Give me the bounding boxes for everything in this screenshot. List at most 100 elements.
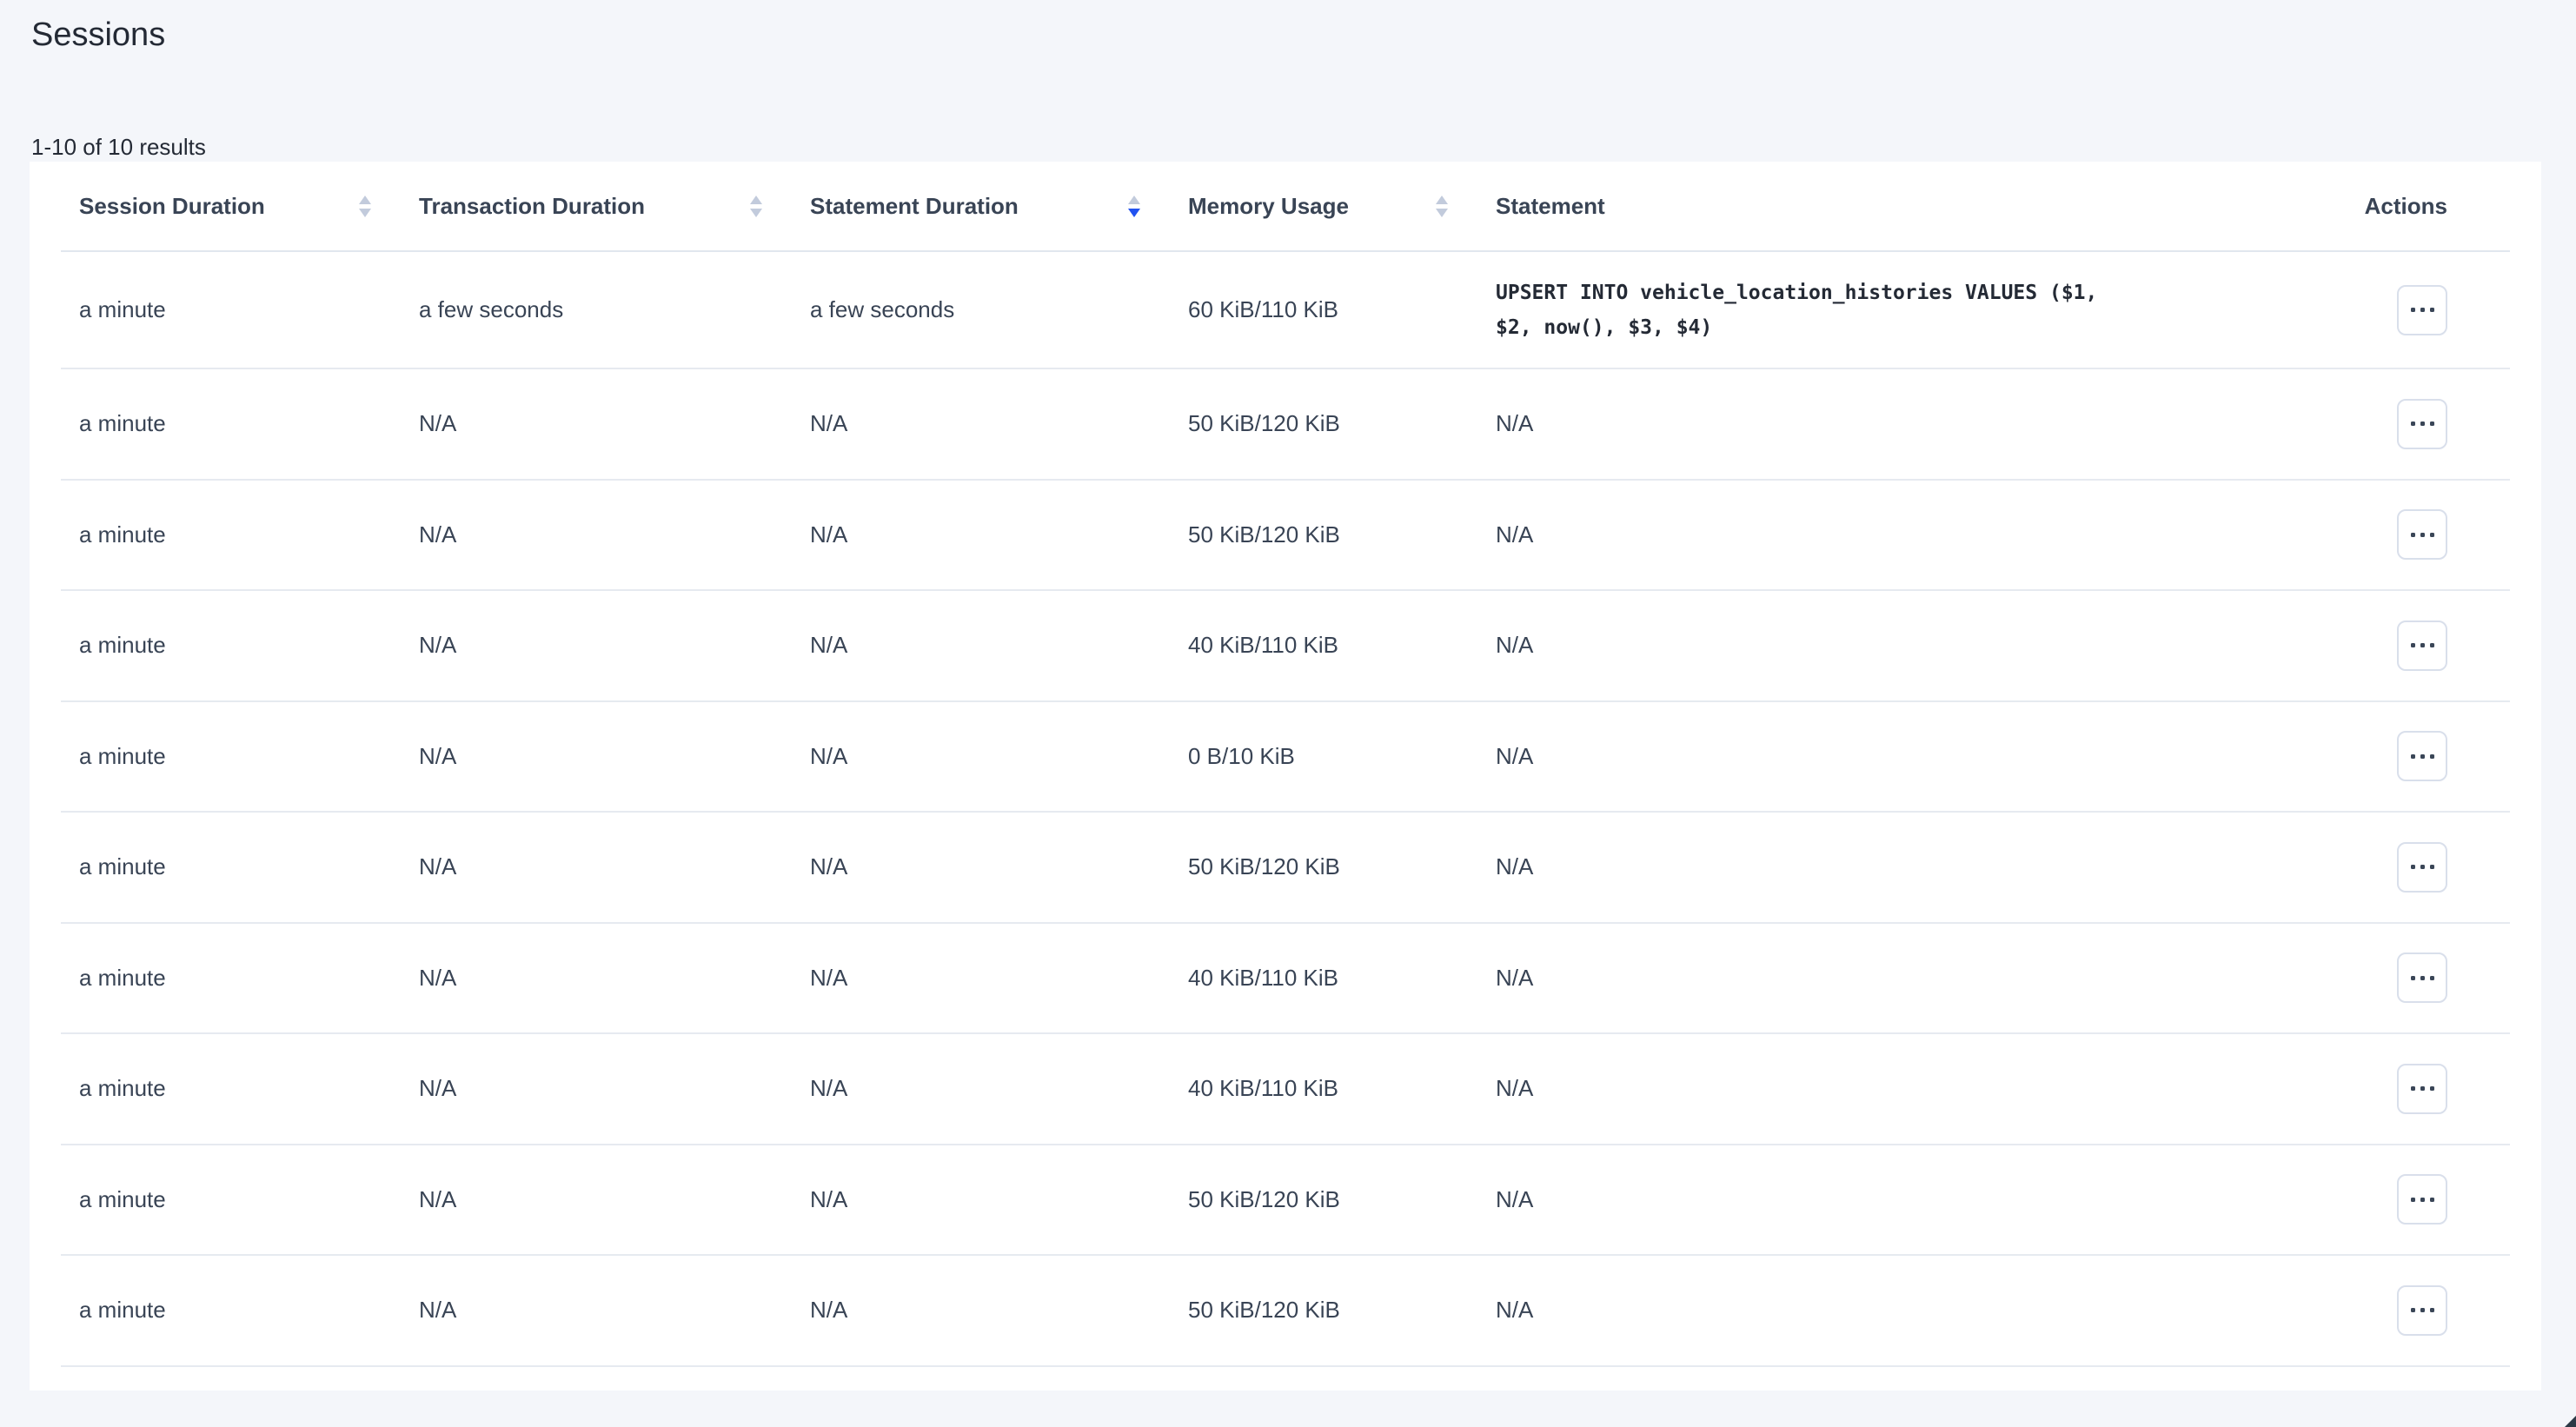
ellipsis-icon: [2411, 421, 2434, 426]
cell-actions: [2341, 1174, 2510, 1225]
row-actions-button[interactable]: [2397, 1285, 2447, 1336]
cell-statement: N/A: [1496, 965, 2341, 992]
ellipsis-icon: [2411, 976, 2434, 980]
table-row: a minute N/A N/A 0 B/10 KiB N/A: [61, 702, 2510, 813]
column-label: Statement: [1496, 193, 1605, 220]
cell-transaction-duration: N/A: [419, 410, 810, 437]
cell-session-duration: a minute: [61, 521, 419, 548]
cell-statement-duration: N/A: [810, 632, 1188, 659]
cell-memory-usage: 0 B/10 KiB: [1188, 743, 1496, 770]
cell-transaction-duration: a few seconds: [419, 296, 810, 323]
column-header-statement: Statement: [1496, 193, 2341, 220]
cell-statement: N/A: [1496, 743, 2341, 770]
row-actions-button[interactable]: [2397, 952, 2447, 1003]
column-header-session-duration[interactable]: Session Duration: [61, 193, 419, 220]
cell-statement: N/A: [1496, 853, 2341, 880]
row-actions-button[interactable]: [2397, 1064, 2447, 1114]
row-actions-button[interactable]: [2397, 731, 2447, 781]
cell-session-duration: a minute: [61, 1186, 419, 1213]
row-actions-button[interactable]: [2397, 621, 2447, 671]
ellipsis-icon: [2411, 754, 2434, 759]
cell-transaction-duration: N/A: [419, 1297, 810, 1324]
cell-statement: UPSERT INTO vehicle_location_histories V…: [1496, 275, 2341, 345]
table-header-row: Session Duration Transaction Duration St…: [61, 162, 2510, 252]
cell-memory-usage: 40 KiB/110 KiB: [1188, 1075, 1496, 1102]
cell-actions: [2341, 621, 2510, 671]
table-row: a minute N/A N/A 40 KiB/110 KiB N/A: [61, 591, 2510, 702]
cell-actions: [2341, 842, 2510, 893]
sort-arrows-icon: [750, 196, 762, 217]
cell-session-duration: a minute: [61, 743, 419, 770]
sessions-table-card: Session Duration Transaction Duration St…: [30, 162, 2541, 1390]
statement-text: N/A: [1496, 521, 1533, 548]
cell-statement-duration: N/A: [810, 743, 1188, 770]
ellipsis-icon: [2411, 865, 2434, 869]
statement-text: N/A: [1496, 965, 1533, 991]
ellipsis-icon: [2411, 643, 2434, 647]
column-header-actions: Actions: [2341, 193, 2510, 220]
cell-statement-duration: N/A: [810, 965, 1188, 992]
column-header-transaction-duration[interactable]: Transaction Duration: [419, 193, 810, 220]
cell-statement: N/A: [1496, 410, 2341, 437]
column-header-statement-duration[interactable]: Statement Duration: [810, 193, 1188, 220]
cell-memory-usage: 50 KiB/120 KiB: [1188, 1297, 1496, 1324]
cell-statement-duration: N/A: [810, 1075, 1188, 1102]
row-actions-button[interactable]: [2397, 285, 2447, 335]
statement-text: N/A: [1496, 1075, 1533, 1101]
row-actions-button[interactable]: [2397, 399, 2447, 449]
cell-statement: N/A: [1496, 632, 2341, 659]
column-label: Actions: [2365, 193, 2447, 220]
cell-statement-duration: N/A: [810, 1297, 1188, 1324]
cell-actions: [2341, 1285, 2510, 1336]
ellipsis-icon: [2411, 308, 2434, 312]
row-actions-button[interactable]: [2397, 1174, 2447, 1225]
cell-statement-duration: N/A: [810, 1186, 1188, 1213]
cell-memory-usage: 40 KiB/110 KiB: [1188, 632, 1496, 659]
statement-text: N/A: [1496, 632, 1533, 658]
cell-memory-usage: 50 KiB/120 KiB: [1188, 521, 1496, 548]
column-label: Transaction Duration: [419, 193, 645, 220]
cell-actions: [2341, 509, 2510, 560]
cell-statement: N/A: [1496, 521, 2341, 548]
sort-arrows-icon-active-desc: [1128, 196, 1140, 217]
cell-memory-usage: 50 KiB/120 KiB: [1188, 853, 1496, 880]
cell-actions: [2341, 285, 2510, 335]
ellipsis-icon: [2411, 1308, 2434, 1312]
statement-text: N/A: [1496, 853, 1533, 879]
row-actions-button[interactable]: [2397, 842, 2447, 893]
table-row: a minute N/A N/A 50 KiB/120 KiB N/A: [61, 481, 2510, 592]
statement-text: N/A: [1496, 1297, 1533, 1323]
table-row: a minute N/A N/A 40 KiB/110 KiB N/A: [61, 924, 2510, 1035]
cell-session-duration: a minute: [61, 1075, 419, 1102]
results-summary: 1-10 of 10 results: [31, 133, 2541, 162]
cell-transaction-duration: N/A: [419, 853, 810, 880]
cell-transaction-duration: N/A: [419, 965, 810, 992]
cell-memory-usage: 60 KiB/110 KiB: [1188, 296, 1496, 323]
cell-session-duration: a minute: [61, 632, 419, 659]
cell-memory-usage: 50 KiB/120 KiB: [1188, 410, 1496, 437]
column-label: Memory Usage: [1188, 193, 1349, 220]
cell-statement: N/A: [1496, 1297, 2341, 1324]
cell-statement: N/A: [1496, 1186, 2341, 1213]
ellipsis-icon: [2411, 1198, 2434, 1202]
column-header-memory-usage[interactable]: Memory Usage: [1188, 193, 1496, 220]
cell-session-duration: a minute: [61, 296, 419, 323]
sql-statement-text: UPSERT INTO vehicle_location_histories V…: [1496, 275, 2121, 345]
table-row: a minute N/A N/A 40 KiB/110 KiB N/A: [61, 1034, 2510, 1145]
cell-statement-duration: a few seconds: [810, 296, 1188, 323]
cell-transaction-duration: N/A: [419, 1186, 810, 1213]
cell-memory-usage: 50 KiB/120 KiB: [1188, 1186, 1496, 1213]
table-body: a minute a few seconds a few seconds 60 …: [61, 252, 2510, 1367]
row-actions-button[interactable]: [2397, 509, 2447, 560]
statement-text: N/A: [1496, 410, 1533, 436]
sort-arrows-icon: [1436, 196, 1448, 217]
table-row: a minute N/A N/A 50 KiB/120 KiB N/A: [61, 1145, 2510, 1257]
cell-actions: [2341, 1064, 2510, 1114]
cell-transaction-duration: N/A: [419, 1075, 810, 1102]
cell-session-duration: a minute: [61, 965, 419, 992]
cell-statement-duration: N/A: [810, 521, 1188, 548]
cell-transaction-duration: N/A: [419, 743, 810, 770]
cell-transaction-duration: N/A: [419, 521, 810, 548]
cell-actions: [2341, 952, 2510, 1003]
sessions-page: Sessions 1-10 of 10 results Session Dura…: [0, 0, 2576, 1427]
